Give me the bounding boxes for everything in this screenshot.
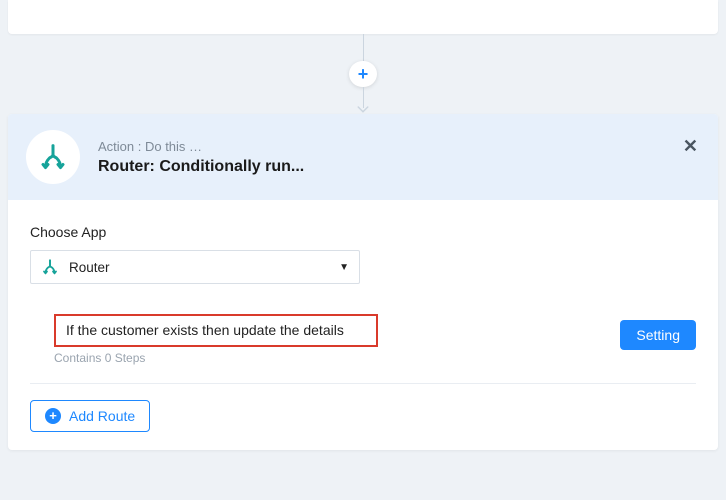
card-header[interactable]: Action : Do this … Router: Conditionally…	[8, 114, 718, 200]
route-name-input[interactable]: If the customer exists then update the d…	[54, 314, 378, 347]
close-button[interactable]: ✕	[679, 132, 702, 161]
previous-step-card	[8, 0, 718, 34]
arrow-down-icon	[357, 106, 369, 114]
route-setting-button[interactable]: Setting	[620, 320, 696, 350]
divider	[30, 383, 696, 384]
route-steps-count: Contains 0 Steps	[54, 351, 620, 365]
close-icon: ✕	[683, 136, 698, 156]
router-icon	[41, 258, 59, 276]
app-select[interactable]: Router ▼	[30, 250, 360, 284]
router-icon	[38, 142, 68, 172]
router-step-card: Action : Do this … Router: Conditionally…	[8, 114, 718, 450]
route-item: If the customer exists then update the d…	[30, 314, 696, 379]
step-title: Router: Conditionally run...	[98, 158, 696, 176]
connector: +	[6, 34, 720, 114]
plus-icon: +	[358, 65, 369, 83]
add-step-button[interactable]: +	[349, 61, 377, 88]
add-route-label: Add Route	[69, 408, 135, 424]
app-icon-circle	[26, 130, 80, 184]
add-route-button[interactable]: + Add Route	[30, 400, 150, 432]
plus-circle-icon: +	[45, 408, 61, 424]
choose-app-label: Choose App	[30, 224, 696, 240]
app-select-value: Router	[69, 260, 339, 275]
step-subtitle: Action : Do this …	[98, 139, 696, 154]
caret-down-icon: ▼	[339, 262, 349, 273]
